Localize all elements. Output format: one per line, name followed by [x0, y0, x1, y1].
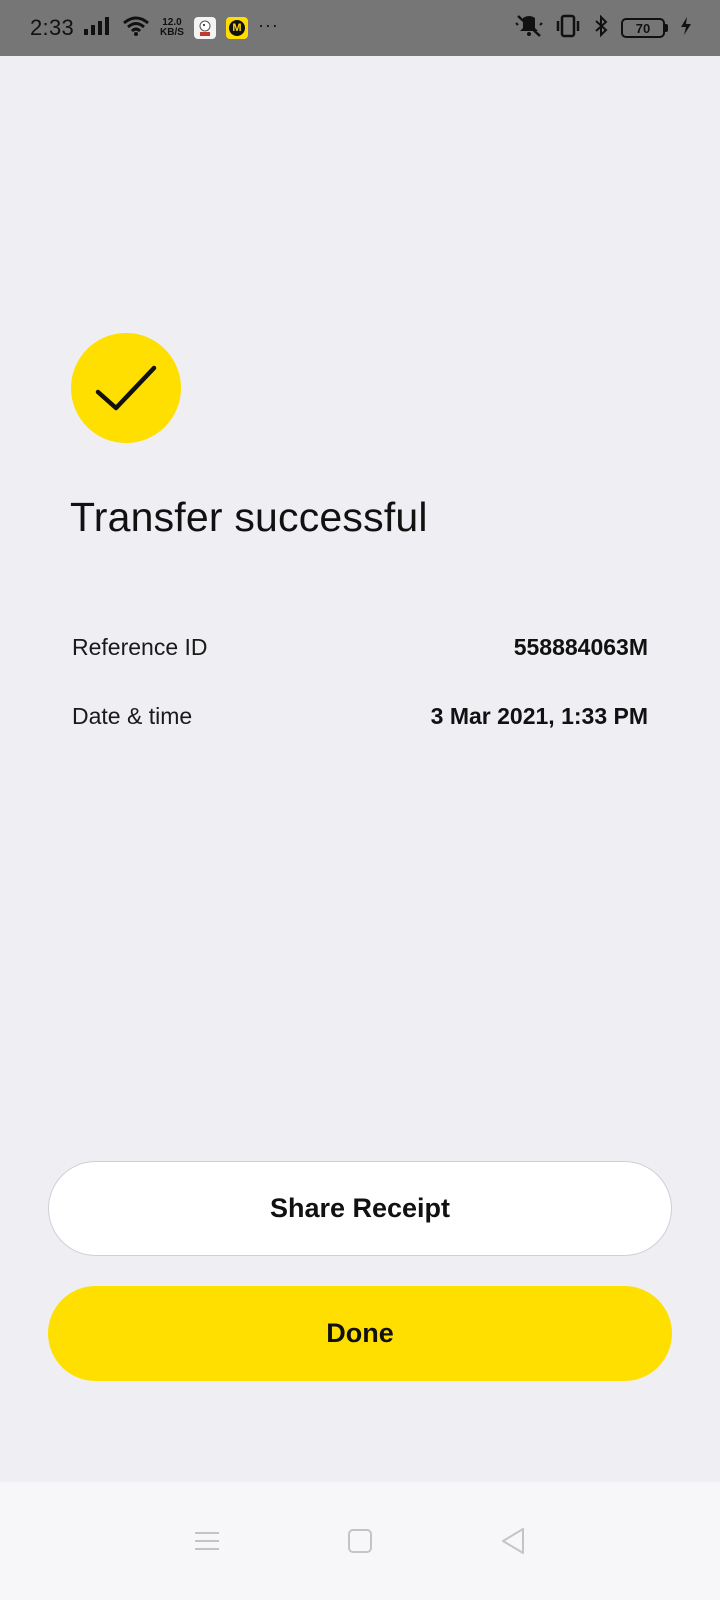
share-receipt-button[interactable]: Share Receipt — [48, 1161, 672, 1256]
network-speed: 12.0 KB/S — [160, 18, 184, 38]
date-time-row: Date & time 3 Mar 2021, 1:33 PM — [72, 703, 648, 730]
app-notification-duck-icon — [193, 17, 216, 39]
battery-icon: 70 — [621, 18, 668, 38]
back-nav-icon[interactable] — [493, 1521, 533, 1561]
date-time-value: 3 Mar 2021, 1:33 PM — [430, 703, 648, 729]
status-bar-right: 70 — [515, 14, 692, 43]
signal-icon — [84, 16, 112, 41]
reference-id-value: 558884063M — [513, 634, 648, 660]
bluetooth-icon — [593, 14, 609, 43]
system-navigation-bar — [0, 1482, 720, 1600]
date-time-label: Date & time — [72, 703, 193, 729]
status-bar: 2:33 12.0 KB/S M ··· 70 — [0, 0, 720, 56]
more-notifications-icon: ··· — [257, 14, 279, 35]
reference-id-row: Reference ID 558884063M — [72, 634, 648, 661]
menu-nav-icon[interactable] — [187, 1521, 227, 1561]
status-bar-left: 2:33 12.0 KB/S M ··· — [30, 15, 279, 42]
vibrate-icon — [555, 14, 581, 43]
wifi-icon — [122, 15, 150, 42]
home-nav-icon[interactable] — [340, 1521, 380, 1561]
battery-level: 70 — [621, 18, 665, 38]
reference-id-label: Reference ID — [72, 634, 208, 660]
app-notification-m-icon: M — [225, 17, 248, 39]
mute-icon — [515, 14, 543, 43]
success-check-icon — [71, 333, 181, 443]
page-title: Transfer successful — [70, 494, 428, 540]
done-button[interactable]: Done — [48, 1286, 672, 1381]
charging-icon — [680, 16, 692, 41]
network-speed-unit: KB/S — [160, 27, 184, 38]
status-time: 2:33 — [30, 15, 75, 40]
